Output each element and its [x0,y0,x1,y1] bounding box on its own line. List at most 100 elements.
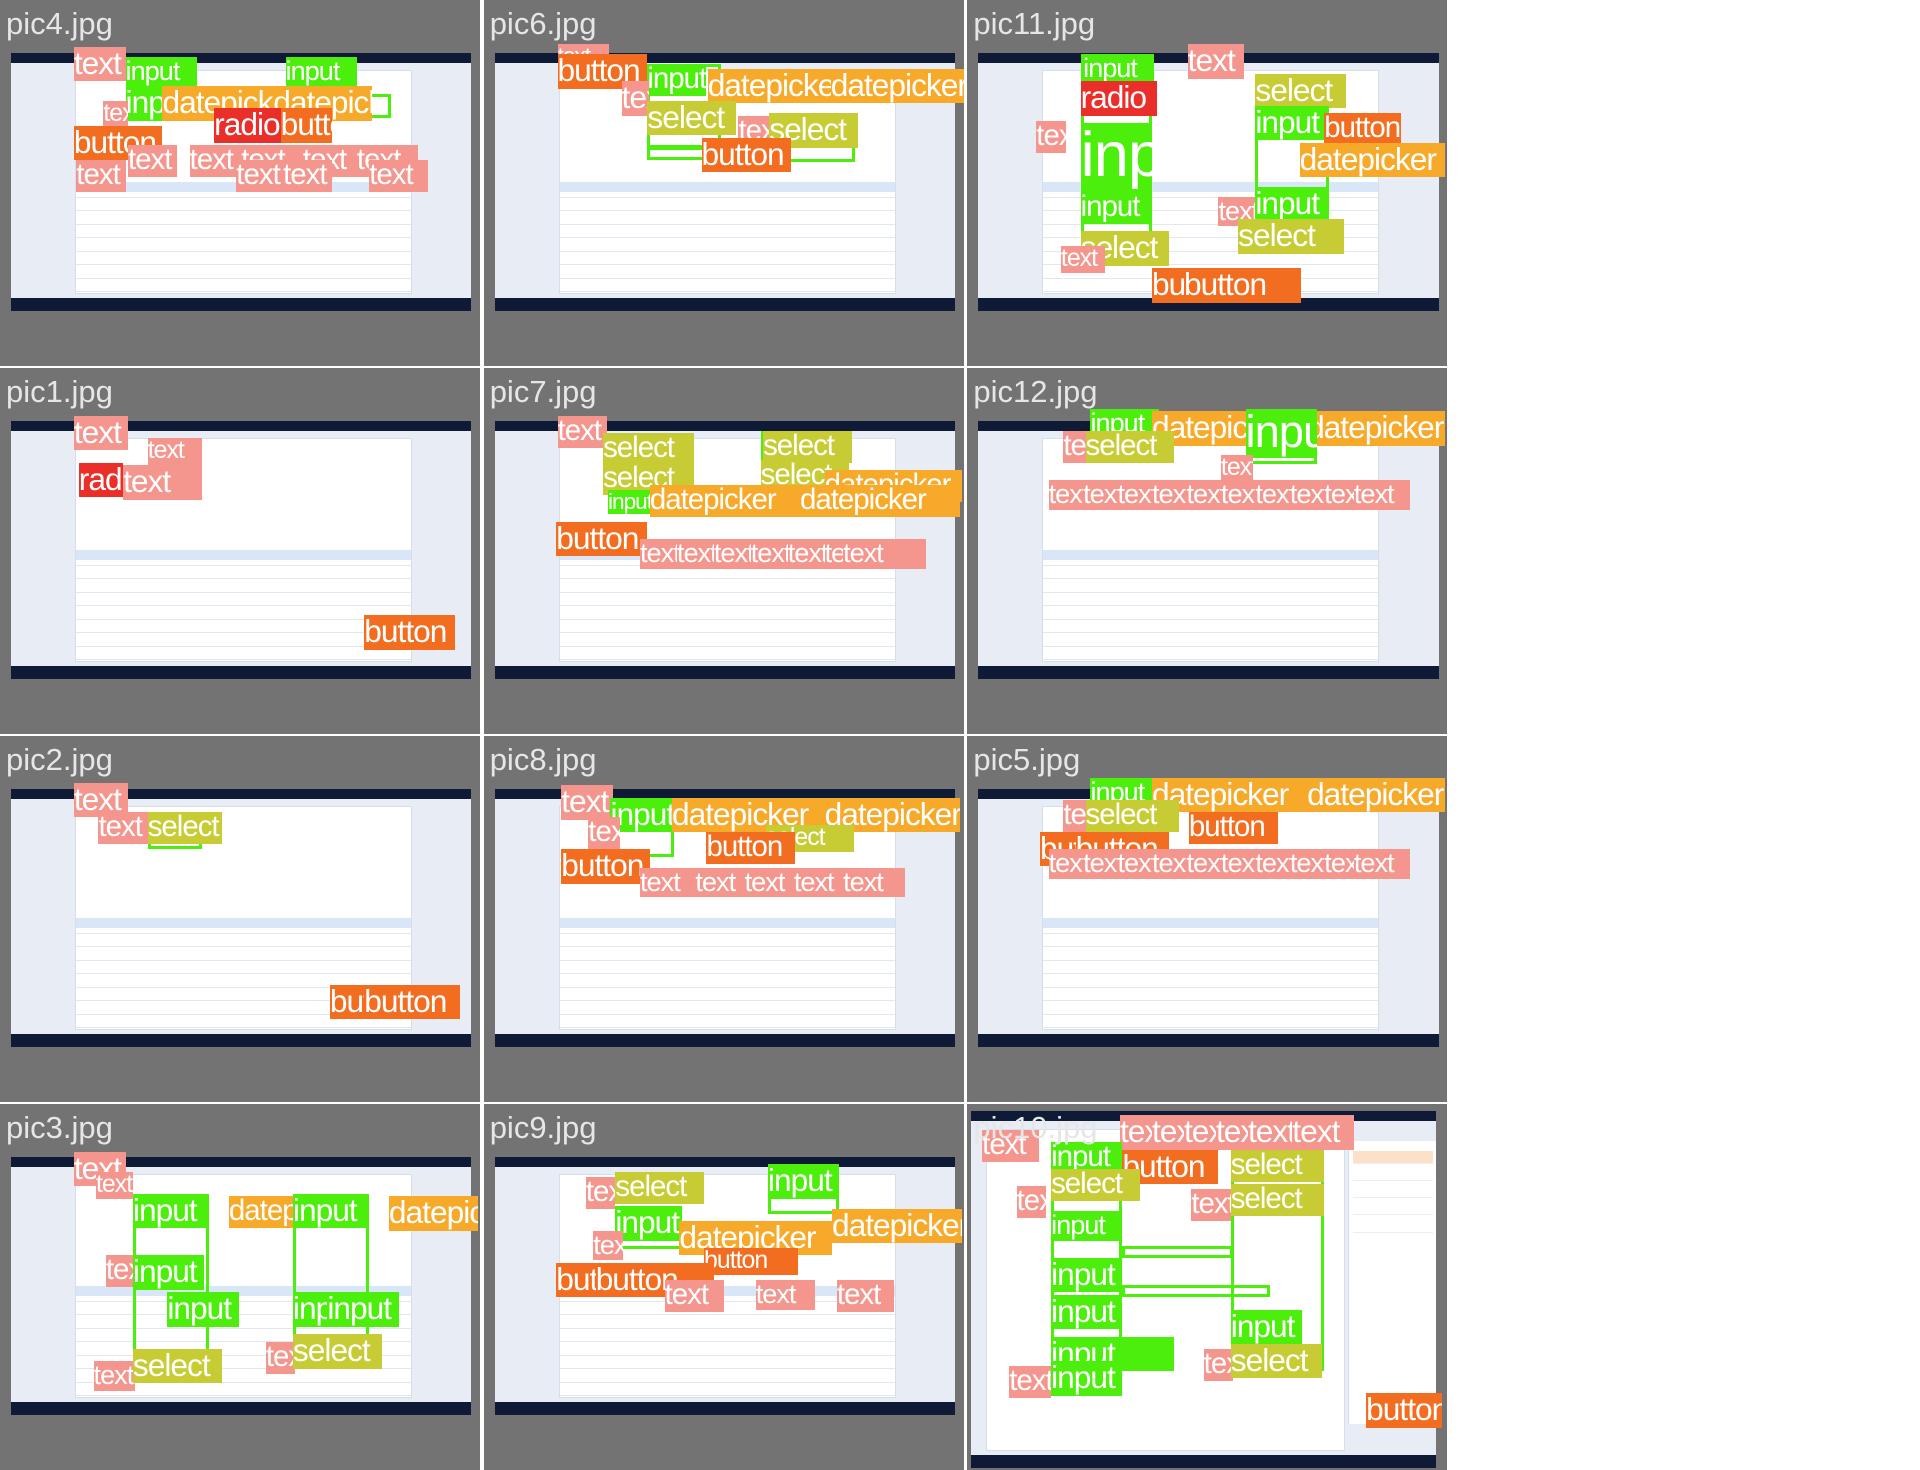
annotation-tag-text: text [557,416,607,448]
annotation-tag-input: input [1245,408,1317,458]
annotation-tag-text: text [695,867,748,898]
annotation-tag-datepicker: datepicker [830,68,964,104]
table-row [1043,605,1379,607]
table-row [559,250,895,252]
annotation-tag-text: text [236,160,286,192]
table-row [1043,578,1379,580]
annotation-tag-input: input [1051,1257,1123,1293]
panel-filename: pic4.jpg [6,6,113,41]
side-menu-item[interactable] [1352,1168,1434,1181]
table-header [1043,917,1379,928]
table-row [1043,645,1379,647]
annotation-tag-input: input [1083,54,1155,84]
panel-filename: pic12.jpg [973,374,1098,409]
annotation-tag-datepicker: datepicker [1299,142,1445,178]
annotation-tag-input: input [327,1292,399,1327]
app-status-bar [11,666,472,680]
app-status-bar [11,1402,472,1416]
panel-filename: pic10.jpg [973,1110,1098,1145]
annotated-screenshot-panel: pic11.jpg input text radio select input button… [967,0,1448,366]
side-menu-item[interactable] [1352,1202,1434,1216]
annotation-tag-text: text [836,1280,894,1312]
annotation-tag-input: input [132,1255,205,1290]
annotation-tag-text: text [755,1280,815,1310]
annotation-tag-input: input [647,64,707,96]
annotation-outline [647,145,709,160]
app-header-bar [494,1156,956,1167]
table-row [76,932,411,934]
annotation-tag-text: text [103,100,128,128]
table-row [1043,1027,1379,1029]
annotation-tag-select: select [292,1334,382,1369]
table-row [76,223,411,225]
side-menu-item[interactable] [1352,1150,1434,1164]
annotation-tag-input: input [125,56,197,87]
app-status-bar [494,298,956,312]
annotation-tag-datepicker: datepicker [831,1208,963,1244]
table-row [559,578,895,580]
annotation-tag-input: input [132,1193,210,1229]
annotation-tag-select: select [1255,73,1347,109]
annotation-tag-datepicker: datepicker [707,68,831,104]
annotation-tag-input: input [125,86,168,121]
table-header [1043,549,1379,560]
annotation-tag-select: select [615,1171,704,1204]
annotation-tag-text: text [128,145,178,178]
annotation-tag-input: input [285,56,357,87]
table-row [76,210,411,212]
annotation-tag-button: button [561,849,650,884]
annotation-tag-datepicker: datepicker [799,484,960,517]
table-row [559,1354,895,1356]
table-row [76,659,411,661]
annotation-tag-text: text [1187,44,1245,79]
annotation-tag-button: button [701,137,792,173]
table-row [559,196,895,198]
annotation-tag-text: text [1036,120,1066,153]
table-row [76,645,411,647]
side-menu-item[interactable] [1352,1185,1434,1199]
annotation-tag-text: text [73,46,126,82]
annotation-tag-text: text [1009,1366,1052,1399]
annotated-screenshot-panel: pic2.jpgtexttextselectbuttonbutton [0,736,480,1102]
table-row [76,250,411,252]
panel-filename: pic6.jpg [489,6,597,41]
table-row [559,973,895,975]
side-menu-item[interactable] [1352,1220,1434,1233]
table-row [559,959,895,961]
table-row [1043,564,1379,566]
annotation-tag-text: text [369,160,429,192]
annotation-tag-text: text [123,465,202,500]
table-row [559,223,895,225]
table-row [76,1395,411,1397]
table-row [559,591,895,593]
annotation-tag-text: text [1016,1186,1047,1219]
table-row [76,277,411,279]
annotated-screenshot-panel: pic4.jpgtextinputinputinputdatepickerdat… [0,0,480,366]
table-row [76,959,411,961]
table-row [559,1381,895,1383]
annotation-tag-select: select [1230,1184,1325,1216]
table-row [76,564,411,566]
annotation-tag-datepicker: datepicker [1307,411,1445,446]
table-row [559,1395,895,1397]
table-row [559,1000,895,1002]
table-row [559,632,895,634]
table-row [559,237,895,239]
annotation-tag-text: text [1353,849,1411,879]
annotated-screenshot-panel: pic1.jpgtexttextradiotextbutton [0,368,480,734]
annotated-screenshot-panel: pic10.jpg text text text text text text text inp… [967,1104,1448,1470]
annotation-tag-select: select [603,433,695,466]
annotation-tag-text: text [639,867,697,898]
table-row [1043,1000,1379,1002]
annotation-tag-select: select [1230,1149,1325,1182]
table-row [559,932,895,934]
annotation-tag-text: text [1292,1115,1354,1150]
table-row [559,1013,895,1015]
table-header [76,917,411,928]
table-row [1043,959,1379,961]
annotation-tag-datepicker: datepicker [649,484,808,517]
annotation-tag-button: button [556,521,648,557]
table-row [76,973,411,975]
annotation-tag-text: text [1060,246,1106,274]
annotated-screenshot-panel: pic6.jpgtextbuttoninputdatepickerdatepic… [483,0,964,366]
